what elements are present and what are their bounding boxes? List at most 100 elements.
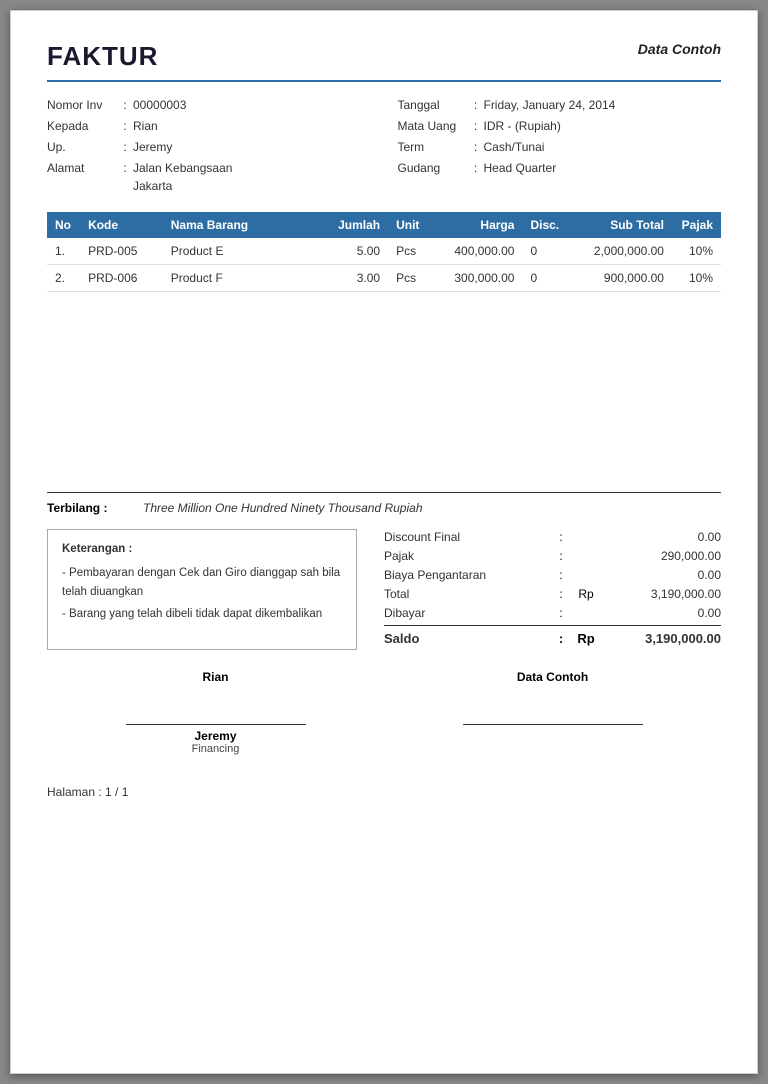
cell-kode: PRD-005 — [80, 238, 163, 265]
col-no: No — [47, 212, 80, 238]
kepada-row: Kepada : Rian — [47, 117, 371, 135]
saldo-label: Saldo — [384, 631, 551, 646]
dibayar-value: 0.00 — [601, 606, 721, 620]
col-jumlah: Jumlah — [328, 212, 388, 238]
keterangan-box: Keterangan : - Pembayaran dengan Cek dan… — [47, 529, 357, 650]
table-header-row: No Kode Nama Barang Jumlah Unit Harga Di… — [47, 212, 721, 238]
sig-line-right — [463, 724, 643, 725]
alamat-row: Alamat : Jalan Kebangsaan Jakarta — [47, 159, 371, 195]
summary-table: Discount Final : 0.00 Pajak : 290,000.00… — [384, 529, 721, 650]
invoice-subtitle: Data Contoh — [638, 41, 721, 57]
cell-unit: Pcs — [388, 238, 429, 265]
keterangan-title: Keterangan : — [62, 540, 342, 558]
total-value: 3,190,000.00 — [601, 587, 721, 601]
sig-block-bottom-right — [463, 724, 643, 755]
info-left: Nomor Inv : 00000003 Kepada : Rian Up. :… — [47, 96, 371, 198]
gudang-value: Head Quarter — [483, 159, 556, 177]
pajak-summary-row: Pajak : 290,000.00 — [384, 548, 721, 564]
cell-sub-total: 2,000,000.00 — [569, 238, 672, 265]
keterangan-line: - Pembayaran dengan Cek dan Giro diangga… — [62, 564, 342, 601]
alamat-label: Alamat — [47, 159, 117, 195]
col-nama-barang: Nama Barang — [163, 212, 328, 238]
alamat-value: Jalan Kebangsaan Jakarta — [133, 159, 232, 195]
dibayar-row: Dibayar : 0.00 — [384, 605, 721, 621]
cell-disc: 0 — [522, 265, 568, 292]
col-harga: Harga — [429, 212, 522, 238]
table-row: 2. PRD-006 Product F 3.00 Pcs 300,000.00… — [47, 265, 721, 292]
cell-nama-barang: Product F — [163, 265, 328, 292]
dibayar-label: Dibayar — [384, 606, 551, 620]
cell-unit: Pcs — [388, 265, 429, 292]
nomor-inv-row: Nomor Inv : 00000003 — [47, 96, 371, 114]
sig-bottom-name: Jeremy — [194, 729, 236, 743]
cell-pajak: 10% — [672, 238, 721, 265]
col-pajak: Pajak — [672, 212, 721, 238]
sig-name-left: Rian — [202, 670, 228, 684]
terbilang-row: Terbilang : Three Million One Hundred Ni… — [47, 501, 721, 515]
spacer — [47, 292, 721, 492]
term-label: Term — [397, 138, 467, 156]
cell-disc: 0 — [522, 238, 568, 265]
mata-uang-label: Mata Uang — [397, 117, 467, 135]
tanggal-value: Friday, January 24, 2014 — [483, 96, 615, 114]
sig-line — [126, 724, 306, 725]
up-row: Up. : Jeremy — [47, 138, 371, 156]
signatures-top: Rian Data Contoh — [47, 670, 721, 684]
invoice-title: FAKTUR — [47, 41, 158, 72]
col-sub-total: Sub Total — [569, 212, 672, 238]
info-right: Tanggal : Friday, January 24, 2014 Mata … — [397, 96, 721, 198]
col-disc: Disc. — [522, 212, 568, 238]
saldo-rp: Rp — [571, 631, 601, 646]
kepada-value: Rian — [133, 117, 158, 135]
page-number: Halaman : 1 / 1 — [47, 785, 721, 799]
kepada-label: Kepada — [47, 117, 117, 135]
term-value: Cash/Tunai — [483, 138, 544, 156]
biaya-pengantaran-row: Biaya Pengantaran : 0.00 — [384, 567, 721, 583]
biaya-pengantaran-label: Biaya Pengantaran — [384, 568, 551, 582]
keterangan-line: - Barang yang telah dibeli tidak dapat d… — [62, 605, 342, 623]
up-label: Up. — [47, 138, 117, 156]
nomor-inv-label: Nomor Inv — [47, 96, 117, 114]
total-row: Total : Rp 3,190,000.00 — [384, 586, 721, 602]
total-rp: Rp — [571, 587, 601, 601]
mata-uang-row: Mata Uang : IDR - (Rupiah) — [397, 117, 721, 135]
gudang-row: Gudang : Head Quarter — [397, 159, 721, 177]
col-unit: Unit — [388, 212, 429, 238]
pajak-summary-value: 290,000.00 — [601, 549, 721, 563]
total-label: Total — [384, 587, 551, 601]
info-section: Nomor Inv : 00000003 Kepada : Rian Up. :… — [47, 96, 721, 198]
discount-final-label: Discount Final — [384, 530, 551, 544]
keterangan-lines: - Pembayaran dengan Cek dan Giro diangga… — [62, 564, 342, 623]
cell-no: 1. — [47, 238, 80, 265]
bottom-section: Keterangan : - Pembayaran dengan Cek dan… — [47, 529, 721, 650]
discount-final-row: Discount Final : 0.00 — [384, 529, 721, 545]
header-divider — [47, 80, 721, 82]
tanggal-label: Tanggal — [397, 96, 467, 114]
signatures-bottom: Jeremy Financing — [47, 724, 721, 755]
pajak-summary-label: Pajak — [384, 549, 551, 563]
biaya-pengantaran-value: 0.00 — [601, 568, 721, 582]
cell-jumlah: 5.00 — [328, 238, 388, 265]
cell-no: 2. — [47, 265, 80, 292]
sig-bottom-role: Financing — [192, 743, 240, 755]
summary-divider — [384, 625, 721, 626]
terbilang-label: Terbilang : — [47, 501, 127, 515]
discount-final-value: 0.00 — [601, 530, 721, 544]
col-kode: Kode — [80, 212, 163, 238]
cell-harga: 300,000.00 — [429, 265, 522, 292]
invoice-page: FAKTUR Data Contoh Nomor Inv : 00000003 … — [10, 10, 758, 1074]
cell-nama-barang: Product E — [163, 238, 328, 265]
cell-jumlah: 3.00 — [328, 265, 388, 292]
gudang-label: Gudang — [397, 159, 467, 177]
cell-harga: 400,000.00 — [429, 238, 522, 265]
items-table: No Kode Nama Barang Jumlah Unit Harga Di… — [47, 212, 721, 292]
up-value: Jeremy — [133, 138, 172, 156]
terbilang-value: Three Million One Hundred Ninety Thousan… — [143, 501, 423, 515]
cell-pajak: 10% — [672, 265, 721, 292]
sig-block-right-top: Data Contoh — [463, 670, 643, 684]
sig-name-right: Data Contoh — [517, 670, 588, 684]
cell-sub-total: 900,000.00 — [569, 265, 672, 292]
sig-block-bottom: Jeremy Financing — [126, 724, 306, 755]
footer-divider — [47, 492, 721, 493]
nomor-inv-value: 00000003 — [133, 96, 186, 114]
